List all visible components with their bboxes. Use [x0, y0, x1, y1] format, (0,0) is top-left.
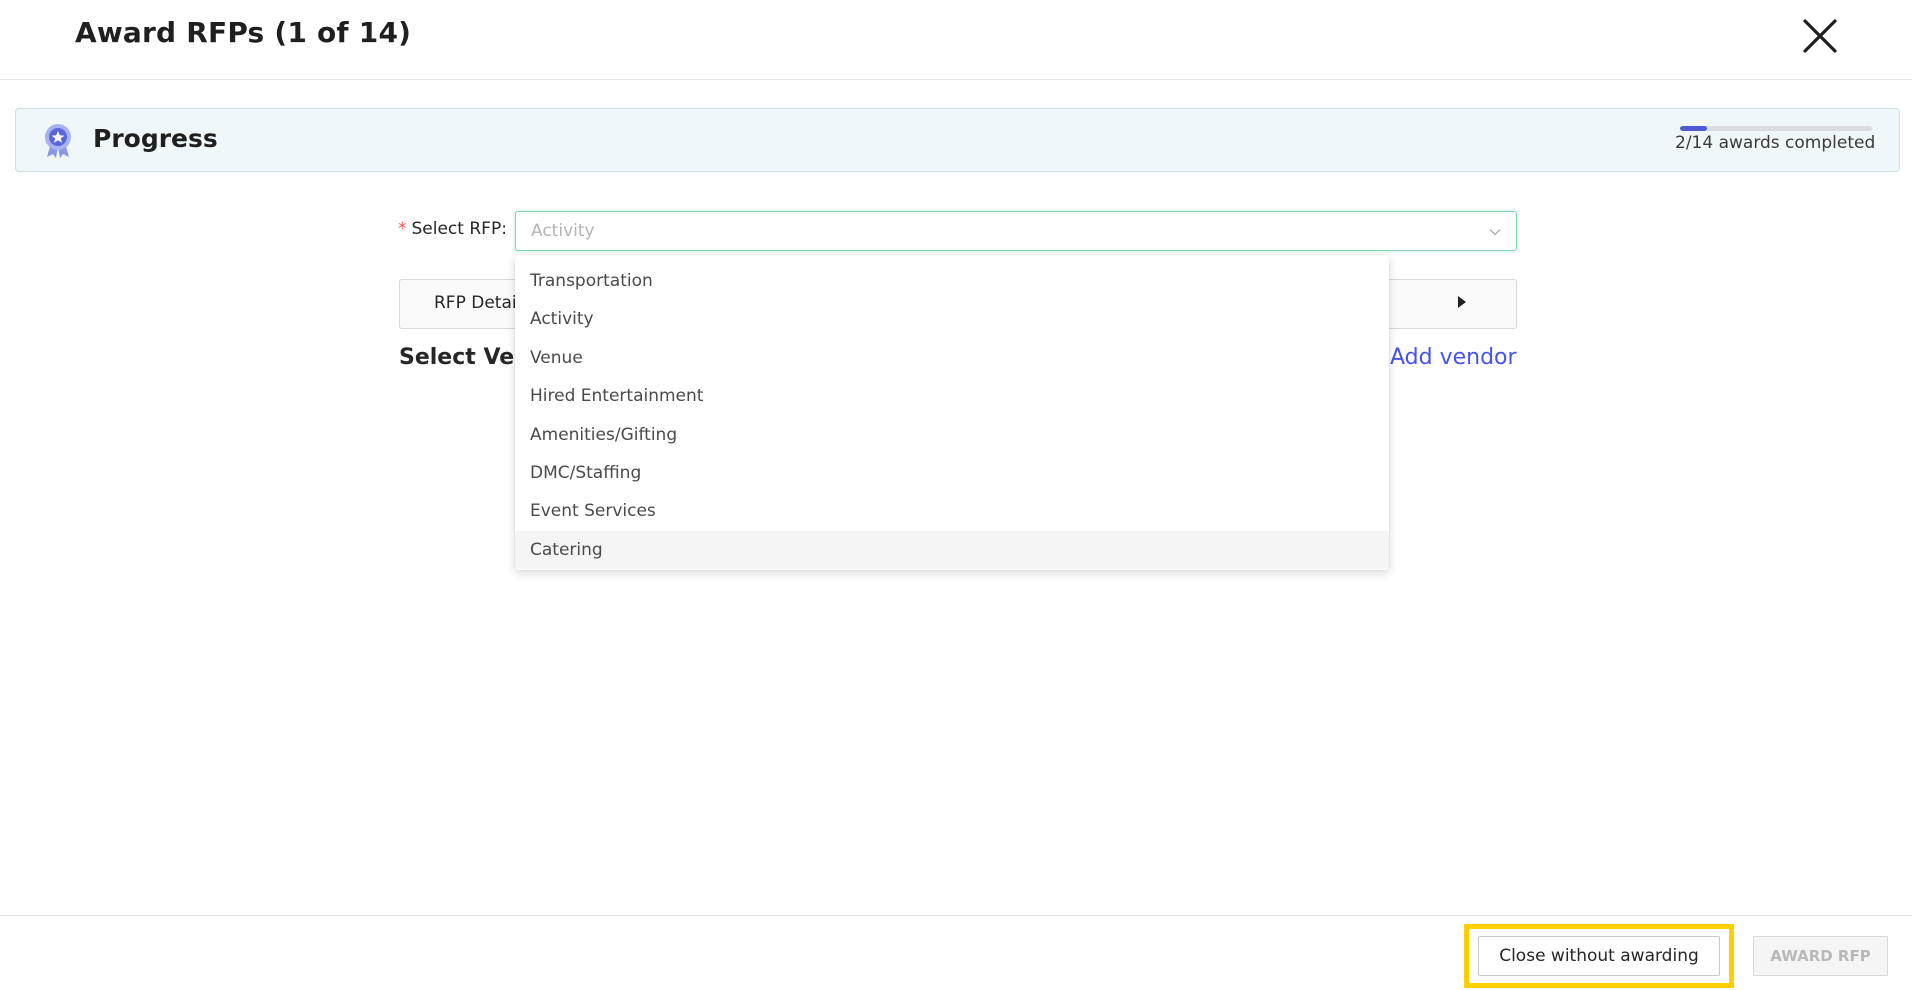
close-button[interactable] — [1800, 16, 1840, 56]
award-rfp-button: AWARD RFP — [1753, 936, 1888, 976]
option-dmc-staffing[interactable]: DMC/Staffing — [515, 454, 1389, 492]
progress-bar-fill — [1680, 126, 1708, 131]
chevron-down-icon — [1489, 229, 1501, 236]
option-catering[interactable]: Catering — [515, 530, 1389, 570]
awards-completed-text: 2/14 awards completed — [1675, 133, 1876, 153]
modal-header: Award RFPs (1 of 14) — [0, 0, 1912, 80]
option-event-services[interactable]: Event Services — [515, 492, 1389, 530]
select-rfp-label: * Select RFP: — [398, 219, 507, 239]
close-icon — [1803, 19, 1837, 53]
page-title: Award RFPs (1 of 14) — [75, 16, 412, 49]
option-venue[interactable]: Venue — [515, 339, 1389, 377]
rfp-dropdown-menu: Transportation Activity Venue Hired Ente… — [515, 255, 1389, 570]
option-hired-entertainment[interactable]: Hired Entertainment — [515, 377, 1389, 415]
option-amenities-gifting[interactable]: Amenities/Gifting — [515, 416, 1389, 454]
progress-label: Progress — [93, 124, 218, 153]
close-without-awarding-button[interactable]: Close without awarding — [1478, 936, 1720, 976]
award-ribbon-icon — [45, 124, 71, 158]
rfp-details-title: RFP Detail — [434, 293, 522, 313]
option-transportation[interactable]: Transportation — [515, 262, 1389, 300]
add-vendor-link[interactable]: Add vendor — [1390, 345, 1517, 370]
option-activity[interactable]: Activity — [515, 300, 1389, 338]
rfp-select-value: Activity — [531, 221, 595, 241]
progress-bar — [1680, 126, 1872, 131]
required-mark: * — [398, 219, 407, 239]
caret-right-icon — [1458, 296, 1466, 308]
select-vendor-title: Select Ven — [399, 345, 530, 370]
progress-panel: Progress 2/14 awards completed — [15, 108, 1900, 172]
rfp-select[interactable]: Activity — [515, 211, 1517, 251]
select-rfp-label-text: Select RFP: — [411, 219, 507, 239]
